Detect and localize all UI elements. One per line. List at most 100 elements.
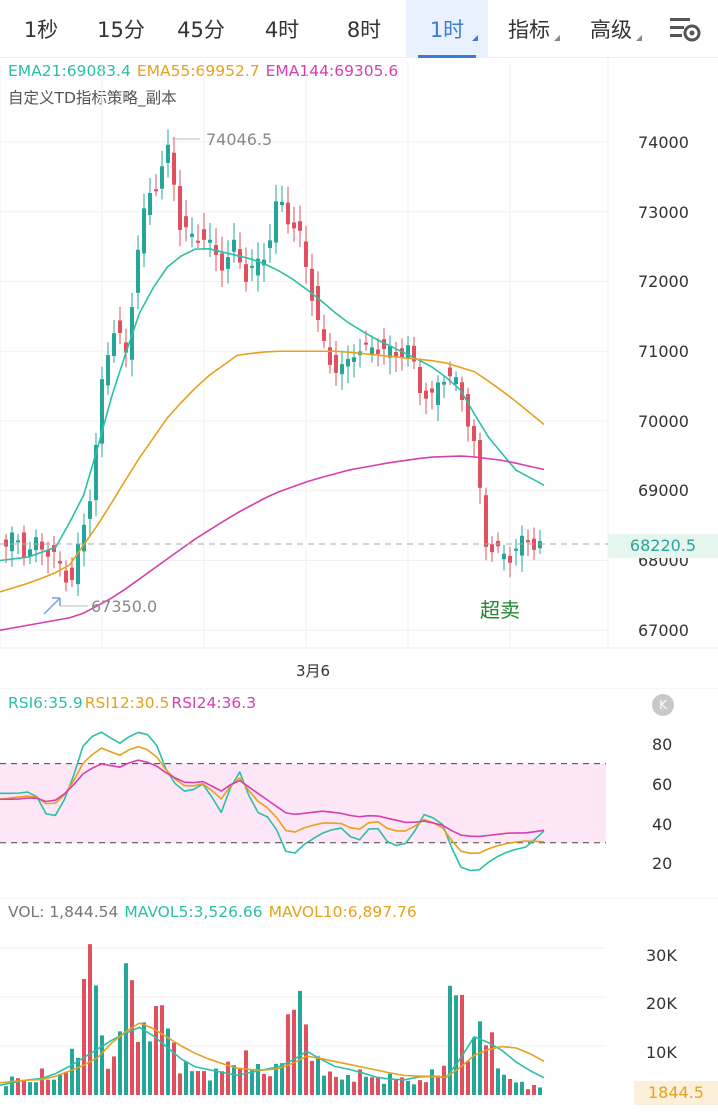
candle-body bbox=[364, 342, 368, 345]
volume-bar bbox=[130, 980, 134, 1095]
volume-bar bbox=[70, 1048, 74, 1095]
volume-bar bbox=[448, 985, 452, 1095]
oversold-signal-label: 超卖 bbox=[480, 598, 520, 622]
candle-body bbox=[232, 239, 236, 252]
volume-bar bbox=[454, 995, 458, 1095]
volume-bar bbox=[82, 978, 86, 1095]
volume-bar bbox=[250, 1069, 254, 1095]
mavol5-value: MAVOL5:3,526.66 bbox=[124, 903, 263, 921]
volume-bar bbox=[40, 1068, 44, 1095]
candle-body bbox=[58, 561, 62, 564]
candle-body bbox=[142, 208, 146, 254]
candle-body bbox=[520, 535, 524, 556]
candle-body bbox=[376, 349, 380, 354]
volume-bar bbox=[472, 1037, 476, 1095]
candle-body bbox=[526, 540, 530, 543]
candle-body bbox=[4, 539, 8, 547]
volume-bar bbox=[304, 1024, 308, 1095]
candle-body bbox=[424, 390, 428, 399]
price-tick: 70000 bbox=[638, 412, 689, 431]
volume-bar bbox=[442, 1065, 446, 1095]
rsi-tick: 20 bbox=[652, 854, 673, 873]
candle-body bbox=[64, 570, 68, 583]
candle-body bbox=[184, 216, 188, 228]
volume-bar bbox=[94, 985, 98, 1095]
candle-body bbox=[16, 540, 20, 543]
volume-bar bbox=[22, 1079, 26, 1095]
rsi-tick: 80 bbox=[652, 735, 673, 754]
volume-bar bbox=[232, 1065, 236, 1095]
volume-bar bbox=[424, 1082, 428, 1095]
volume-bar bbox=[418, 1080, 422, 1095]
candle-body bbox=[22, 532, 26, 558]
volume-bar bbox=[58, 1074, 62, 1095]
volume-bar bbox=[382, 1083, 386, 1095]
volume-bar bbox=[508, 1078, 512, 1095]
low-arrow-icon bbox=[43, 597, 61, 615]
volume-bar bbox=[106, 1068, 110, 1095]
candle-body bbox=[466, 394, 470, 427]
volume-bar bbox=[214, 1068, 218, 1095]
volume-bar bbox=[112, 1056, 116, 1095]
volume-bar bbox=[352, 1081, 356, 1095]
volume-legend: VOL: 1,844.54 MAVOL5:3,526.66 MAVOL10:6,89… bbox=[8, 903, 423, 921]
collapse-panel-icon[interactable]: K bbox=[652, 694, 674, 716]
volume-bar bbox=[328, 1071, 332, 1095]
candle-body bbox=[538, 541, 542, 549]
volume-bar bbox=[160, 1005, 164, 1095]
volume-bar bbox=[484, 1045, 488, 1095]
candle-body bbox=[148, 192, 152, 216]
candlestick-chart[interactable] bbox=[0, 0, 718, 660]
volume-bar bbox=[412, 1084, 416, 1095]
candle-body bbox=[490, 544, 494, 553]
volume-bar bbox=[10, 1076, 14, 1095]
candle-body bbox=[166, 144, 170, 163]
volume-bar bbox=[196, 1071, 200, 1095]
candle-body bbox=[334, 354, 338, 373]
volume-bar bbox=[76, 1057, 80, 1095]
candle-body bbox=[394, 352, 398, 357]
candle-body bbox=[286, 202, 290, 225]
candle-body bbox=[502, 553, 506, 560]
candle-body bbox=[298, 221, 302, 231]
volume-bar bbox=[334, 1076, 338, 1095]
volume-bar bbox=[370, 1077, 374, 1095]
candle-body bbox=[118, 320, 122, 333]
volume-bar bbox=[226, 1061, 230, 1095]
low-price-label: 67350.0 bbox=[91, 597, 158, 616]
candle-body bbox=[220, 253, 224, 271]
candle-body bbox=[202, 229, 206, 240]
candle-body bbox=[292, 222, 296, 229]
volume-bar bbox=[190, 1071, 194, 1095]
volume-bar bbox=[532, 1084, 536, 1095]
volume-bar bbox=[220, 1071, 224, 1095]
rsi-chart[interactable] bbox=[0, 688, 718, 898]
volume-bar bbox=[316, 1056, 320, 1095]
volume-bar bbox=[202, 1071, 206, 1095]
candle-body bbox=[304, 241, 308, 267]
candle-body bbox=[280, 201, 284, 206]
volume-bar bbox=[142, 1022, 146, 1095]
rsi-tick: 40 bbox=[652, 815, 673, 834]
volume-bar bbox=[526, 1089, 530, 1095]
price-tick: 72000 bbox=[638, 272, 689, 291]
ema144-line bbox=[0, 455, 545, 632]
volume-bar bbox=[364, 1076, 368, 1095]
candle-body bbox=[472, 425, 476, 442]
volume-bar bbox=[4, 1086, 8, 1095]
price-tick: 71000 bbox=[638, 342, 689, 361]
rsi-band bbox=[0, 763, 606, 843]
candle-body bbox=[160, 166, 164, 189]
volume-bar bbox=[178, 1073, 182, 1095]
volume-bar bbox=[394, 1079, 398, 1095]
date-axis-label: 3月6 bbox=[296, 662, 331, 680]
volume-bar bbox=[154, 1005, 158, 1095]
candle-body bbox=[352, 357, 356, 363]
candle-body bbox=[322, 329, 326, 341]
rsi-tick: 60 bbox=[652, 775, 673, 794]
rsi24-value: RSI24:36.3 bbox=[171, 694, 257, 712]
candle-body bbox=[268, 240, 272, 248]
volume-chart[interactable] bbox=[0, 898, 718, 1117]
candle-body bbox=[430, 388, 434, 393]
volume-bar bbox=[388, 1073, 392, 1095]
